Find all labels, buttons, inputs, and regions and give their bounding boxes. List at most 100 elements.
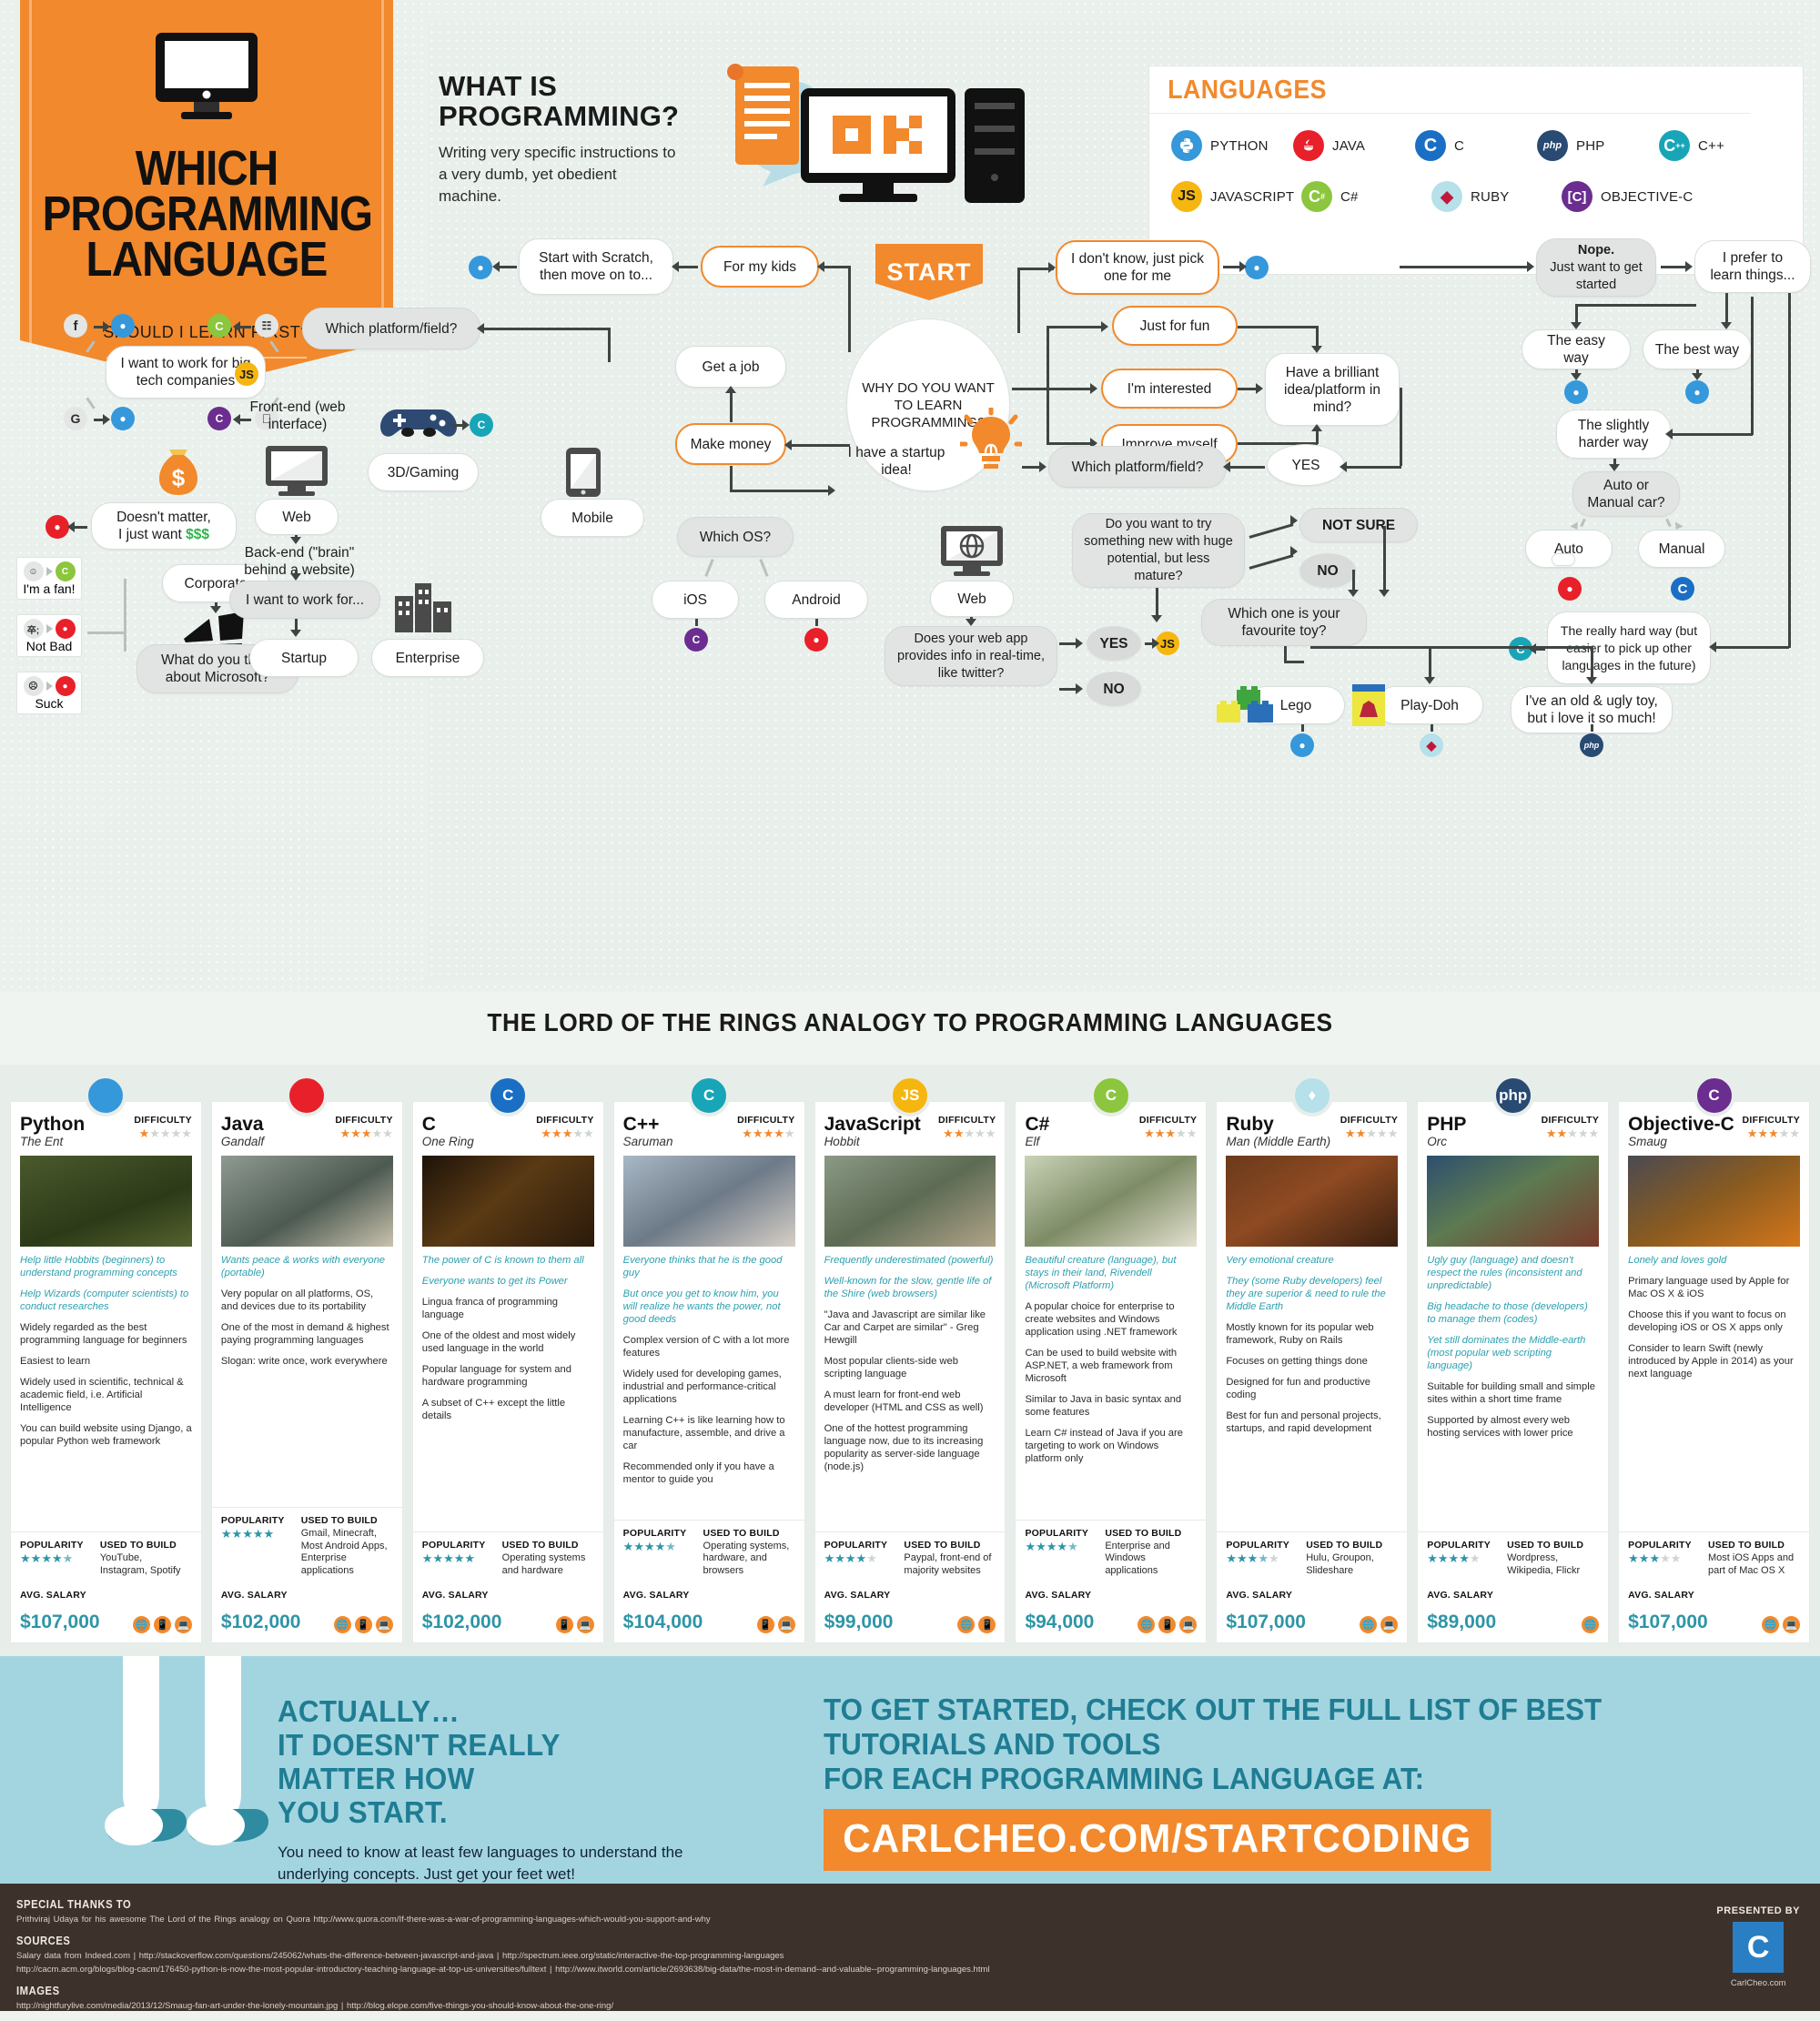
language-card[interactable]: ♦ Ruby Man (Middle Earth) DIFFICULTY ★★★★★ Ve…	[1216, 1075, 1409, 1643]
flow-node-dont-know[interactable]: I don't know, just pick one for me	[1056, 240, 1219, 295]
what-is-heading: WHAT IS PROGRAMMING?	[439, 70, 680, 132]
flow-node-i-want-to-work-for[interactable]: I want to work for...	[229, 581, 380, 619]
star-rating: ★★★★★	[220, 1527, 275, 1541]
flow-node-start-with-scratch[interactable]: Start with Scratch, then move on to...	[519, 238, 673, 295]
java-icon: ●	[804, 628, 828, 652]
language-card[interactable]: C Objective-C Smaug DIFFICULTY ★★★★★ Lonely a…	[1618, 1075, 1811, 1643]
flow-node-startup-idea[interactable]: I have a startup idea!	[833, 444, 960, 479]
flow-node-web-2[interactable]: Web	[930, 581, 1014, 617]
flow-node-ios[interactable]: iOS	[652, 581, 739, 619]
flow-node-get-a-job[interactable]: Get a job	[675, 346, 786, 388]
used-to-build-label: USED TO BUILD	[1306, 1540, 1383, 1551]
star-rating: ★★★★★	[1545, 1127, 1600, 1140]
flow-node-no-2[interactable]: NO	[1299, 553, 1356, 588]
legend-label: RUBY	[1471, 188, 1510, 205]
flow-node-web[interactable]: Web	[255, 499, 339, 535]
python-icon	[1171, 130, 1202, 161]
legend-label: JAVASCRIPT	[1210, 188, 1295, 205]
flow-node-which-platform-1[interactable]: Which platform/field?	[302, 308, 480, 349]
flow-node-auto-or-manual[interactable]: Auto or Manual car?	[1572, 471, 1680, 517]
difficulty-label: DIFFICULTY	[1541, 1115, 1600, 1126]
flow-node-doesnt-matter[interactable]: Doesn't matter, I just want $$$	[91, 502, 237, 550]
language-card[interactable]: php PHP Orc DIFFICULTY ★★★★★ Ugly guy (langua…	[1417, 1075, 1610, 1643]
language-card[interactable]: C C One Ring DIFFICULTY ★★★★★ The power of C …	[411, 1075, 604, 1643]
flow-node-not-bad[interactable]: 卒; ● Not Bad	[16, 614, 82, 657]
popularity-label: POPULARITY	[1628, 1540, 1692, 1551]
language-card[interactable]: C C++ Saruman DIFFICULTY ★★★★★ Everyone think…	[612, 1075, 805, 1643]
card-analogy-line: Everyone thinks that he is the good guy	[622, 1255, 783, 1278]
flow-node-try-new[interactable]: Do you want to try something new with hu…	[1072, 513, 1245, 588]
star-rating: ★★★★★	[1746, 1127, 1801, 1140]
star-rating: ★★★★★	[541, 1127, 594, 1140]
cta-url-button[interactable]: CARLCHEO.COM/STARTCODING	[824, 1809, 1491, 1871]
csharp-icon: C	[1089, 1075, 1132, 1117]
language-cards: Python The Ent DIFFICULTY ★★★★★ Help little …	[0, 1065, 1820, 1656]
flow-node-suck[interactable]: ☹ ● Suck	[16, 672, 82, 714]
flow-node-manual[interactable]: Manual	[1638, 530, 1725, 568]
flow-node-slightly-harder[interactable]: The slightly harder way	[1556, 409, 1671, 459]
flow-node-android[interactable]: Android	[764, 581, 868, 619]
star-rating: ★★★★★	[1344, 1127, 1399, 1140]
difficulty-label: DIFFICULTY	[1340, 1115, 1399, 1126]
flow-node-yes-small[interactable]: YES	[1087, 626, 1141, 661]
card-fact-line: Can be used to build website with ASP.NE…	[1025, 1348, 1178, 1384]
avg-salary-label: AVG. SALARY	[421, 1590, 489, 1601]
mobile-icon: 📱	[555, 1616, 573, 1633]
flow-node-yes-brilliant[interactable]: YES	[1267, 444, 1345, 486]
card-fact-line: One of the oldest and most widely used l…	[421, 1330, 576, 1354]
flow-node-not-sure[interactable]: NOT SURE	[1299, 508, 1418, 542]
flow-node-startup[interactable]: Startup	[249, 639, 359, 677]
python-icon: ●	[469, 256, 492, 279]
card-body: Everyone thinks that he is the good guy B…	[614, 1247, 804, 1520]
legend-label: C++	[1698, 137, 1724, 154]
card-language-name: C#	[1025, 1114, 1050, 1135]
platform-icons: 🌐 📱 💻	[333, 1616, 393, 1633]
flow-node-just-for-fun[interactable]: Just for fun	[1112, 306, 1238, 346]
flow-node-realtime[interactable]: Does your web app provides info in real-…	[885, 626, 1057, 686]
card-analogy-line: Wants peace & works with everyone (porta…	[220, 1255, 386, 1278]
flow-node-play-doh[interactable]: Play-Doh	[1376, 686, 1483, 724]
star-rating: ★★★★★	[943, 1127, 996, 1140]
flow-node-nope[interactable]: Nope. Just want to get started	[1536, 238, 1656, 297]
card-character-name: The Ent	[20, 1135, 64, 1148]
flow-node-enterprise[interactable]: Enterprise	[371, 639, 484, 677]
flow-node-no-small[interactable]: NO	[1087, 672, 1141, 706]
card-fact-line: "Java and Javascript are similar like Ca…	[824, 1309, 986, 1346]
flow-node-3d-gaming[interactable]: 3D/Gaming	[368, 453, 479, 491]
card-body: Help little Hobbits (beginners) to under…	[11, 1247, 201, 1531]
legs-illustration	[105, 1656, 268, 1845]
objectivec-icon: C	[1693, 1075, 1735, 1117]
language-card[interactable]: C C# Elf DIFFICULTY ★★★★★ Beautiful creature …	[1015, 1075, 1208, 1643]
java-icon: ●	[46, 515, 69, 539]
flow-node-which-platform-2[interactable]: Which platform/field?	[1048, 446, 1227, 488]
flow-node-which-os[interactable]: Which OS?	[677, 517, 794, 557]
used-to-build-value: Operating systems and hardware	[501, 1552, 586, 1576]
svg-text:$: $	[172, 464, 186, 491]
card-body: Frequently underestimated (powerful) Well…	[815, 1247, 1006, 1531]
card-analogy-line: Lonely and loves gold	[1628, 1255, 1727, 1266]
flow-node-im-interested[interactable]: I'm interested	[1101, 369, 1238, 409]
card-body: Beautiful creature (language), but stays…	[1016, 1247, 1206, 1520]
ruby-icon: ◆	[1431, 181, 1462, 212]
star-rating: ★★★★★	[138, 1127, 192, 1140]
card-fact-line: A subset of C++ except the little detail…	[421, 1398, 566, 1421]
flow-node-mobile[interactable]: Mobile	[541, 499, 644, 537]
flow-node-im-a-fan[interactable]: ☺ C I'm a fan!	[16, 557, 82, 600]
language-card[interactable]: JS JavaScript Hobbit DIFFICULTY ★★★★★ Frequen…	[814, 1075, 1006, 1643]
flow-node-favourite-toy[interactable]: Which one is your favourite toy?	[1201, 599, 1367, 646]
footer-sources-line2: http://cacm.acm.org/blogs/blog-cacm/1764…	[16, 1965, 990, 1975]
flow-node-make-money[interactable]: Make money	[675, 423, 786, 465]
flow-node-easy-way[interactable]: The easy way	[1522, 329, 1631, 369]
language-card[interactable]: Java Gandalf DIFFICULTY ★★★★★ Wants peace & …	[210, 1075, 403, 1643]
flow-node-for-my-kids[interactable]: For my kids	[701, 246, 819, 288]
flow-node-best-way[interactable]: The best way	[1643, 329, 1752, 369]
used-to-build-label: USED TO BUILD	[501, 1540, 579, 1551]
language-card[interactable]: Python The Ent DIFFICULTY ★★★★★ Help little …	[10, 1075, 202, 1643]
python-icon: ●	[111, 407, 135, 430]
flow-node-brilliant-idea[interactable]: Have a brilliant idea/platform in mind?	[1265, 353, 1400, 426]
facebook-icon: f	[64, 314, 87, 338]
star-rating: ★★★★★	[1025, 1539, 1078, 1553]
java-icon: ●	[1558, 577, 1582, 601]
card-fact-line: Similar to Java in basic syntax and some…	[1025, 1394, 1182, 1418]
flow-node-i-prefer[interactable]: I prefer to learn things...	[1694, 240, 1811, 293]
